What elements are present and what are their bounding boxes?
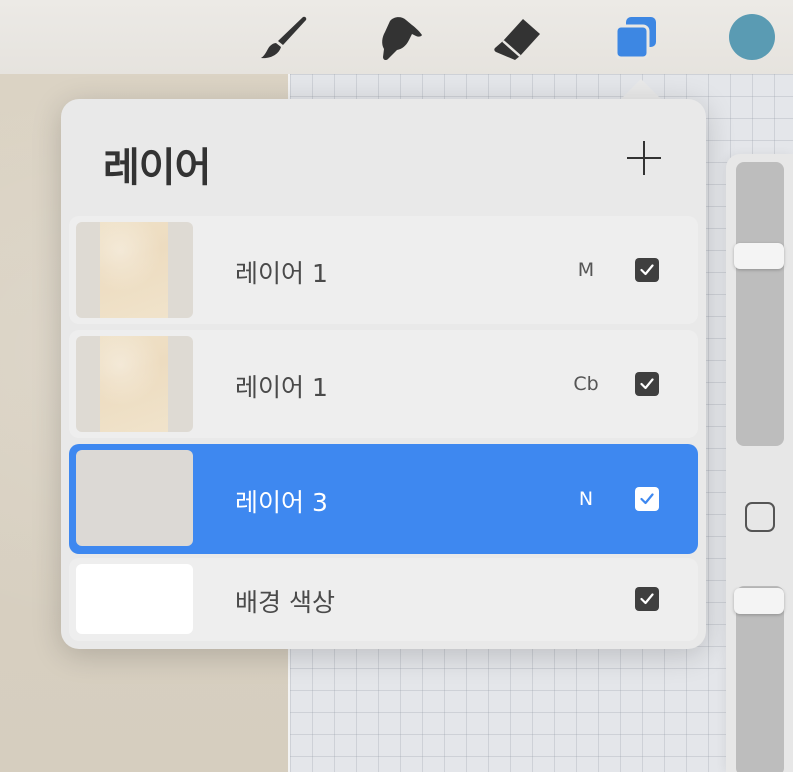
layer-thumbnail: [76, 450, 193, 546]
smudge-icon[interactable]: [375, 12, 427, 64]
visibility-checkbox[interactable]: [635, 487, 659, 511]
popover-pointer: [620, 79, 662, 100]
eraser-icon[interactable]: [492, 12, 544, 64]
brush-size-slider[interactable]: [736, 162, 784, 446]
layer-name: 레이어 3: [235, 488, 328, 517]
visibility-checkbox[interactable]: [635, 587, 659, 611]
blend-mode-button[interactable]: N: [566, 488, 606, 510]
layer-row-selected[interactable]: 레이어 3 N: [69, 444, 698, 554]
layer-row[interactable]: 레이어 1 Cb: [69, 330, 698, 438]
checkmark-icon: [640, 593, 654, 605]
top-toolbar: [0, 0, 793, 74]
paper-texture-thumbnail: [100, 222, 168, 318]
layers-panel: 레이어 레이어 1 M 레이어 1 Cb 레이어 3 N 배경 색상: [61, 99, 706, 649]
modify-button[interactable]: [745, 502, 775, 532]
layer-name: 레이어 1: [235, 259, 328, 288]
checkmark-icon: [640, 264, 654, 276]
layer-thumbnail: [76, 222, 193, 318]
side-slider-bar: [726, 154, 793, 772]
layer-name: 레이어 1: [235, 373, 328, 402]
panel-title: 레이어: [103, 145, 211, 191]
checkmark-icon: [640, 493, 654, 505]
background-color-row[interactable]: 배경 색상: [69, 558, 698, 641]
layers-icon[interactable]: [610, 12, 662, 64]
color-picker-button[interactable]: [729, 14, 775, 60]
layer-name: 배경 색상: [235, 588, 335, 617]
brush-size-handle[interactable]: [734, 243, 784, 269]
layer-thumbnail: [76, 336, 193, 432]
layer-row[interactable]: 레이어 1 M: [69, 216, 698, 324]
add-layer-button[interactable]: [626, 140, 662, 176]
checkmark-icon: [640, 378, 654, 390]
paper-texture-thumbnail: [100, 336, 168, 432]
blend-mode-button[interactable]: M: [566, 259, 606, 281]
blend-mode-button[interactable]: Cb: [566, 373, 606, 395]
visibility-checkbox[interactable]: [635, 372, 659, 396]
opacity-handle[interactable]: [734, 588, 784, 614]
visibility-checkbox[interactable]: [635, 258, 659, 282]
background-color-swatch: [76, 564, 193, 634]
brush-icon[interactable]: [258, 12, 310, 64]
